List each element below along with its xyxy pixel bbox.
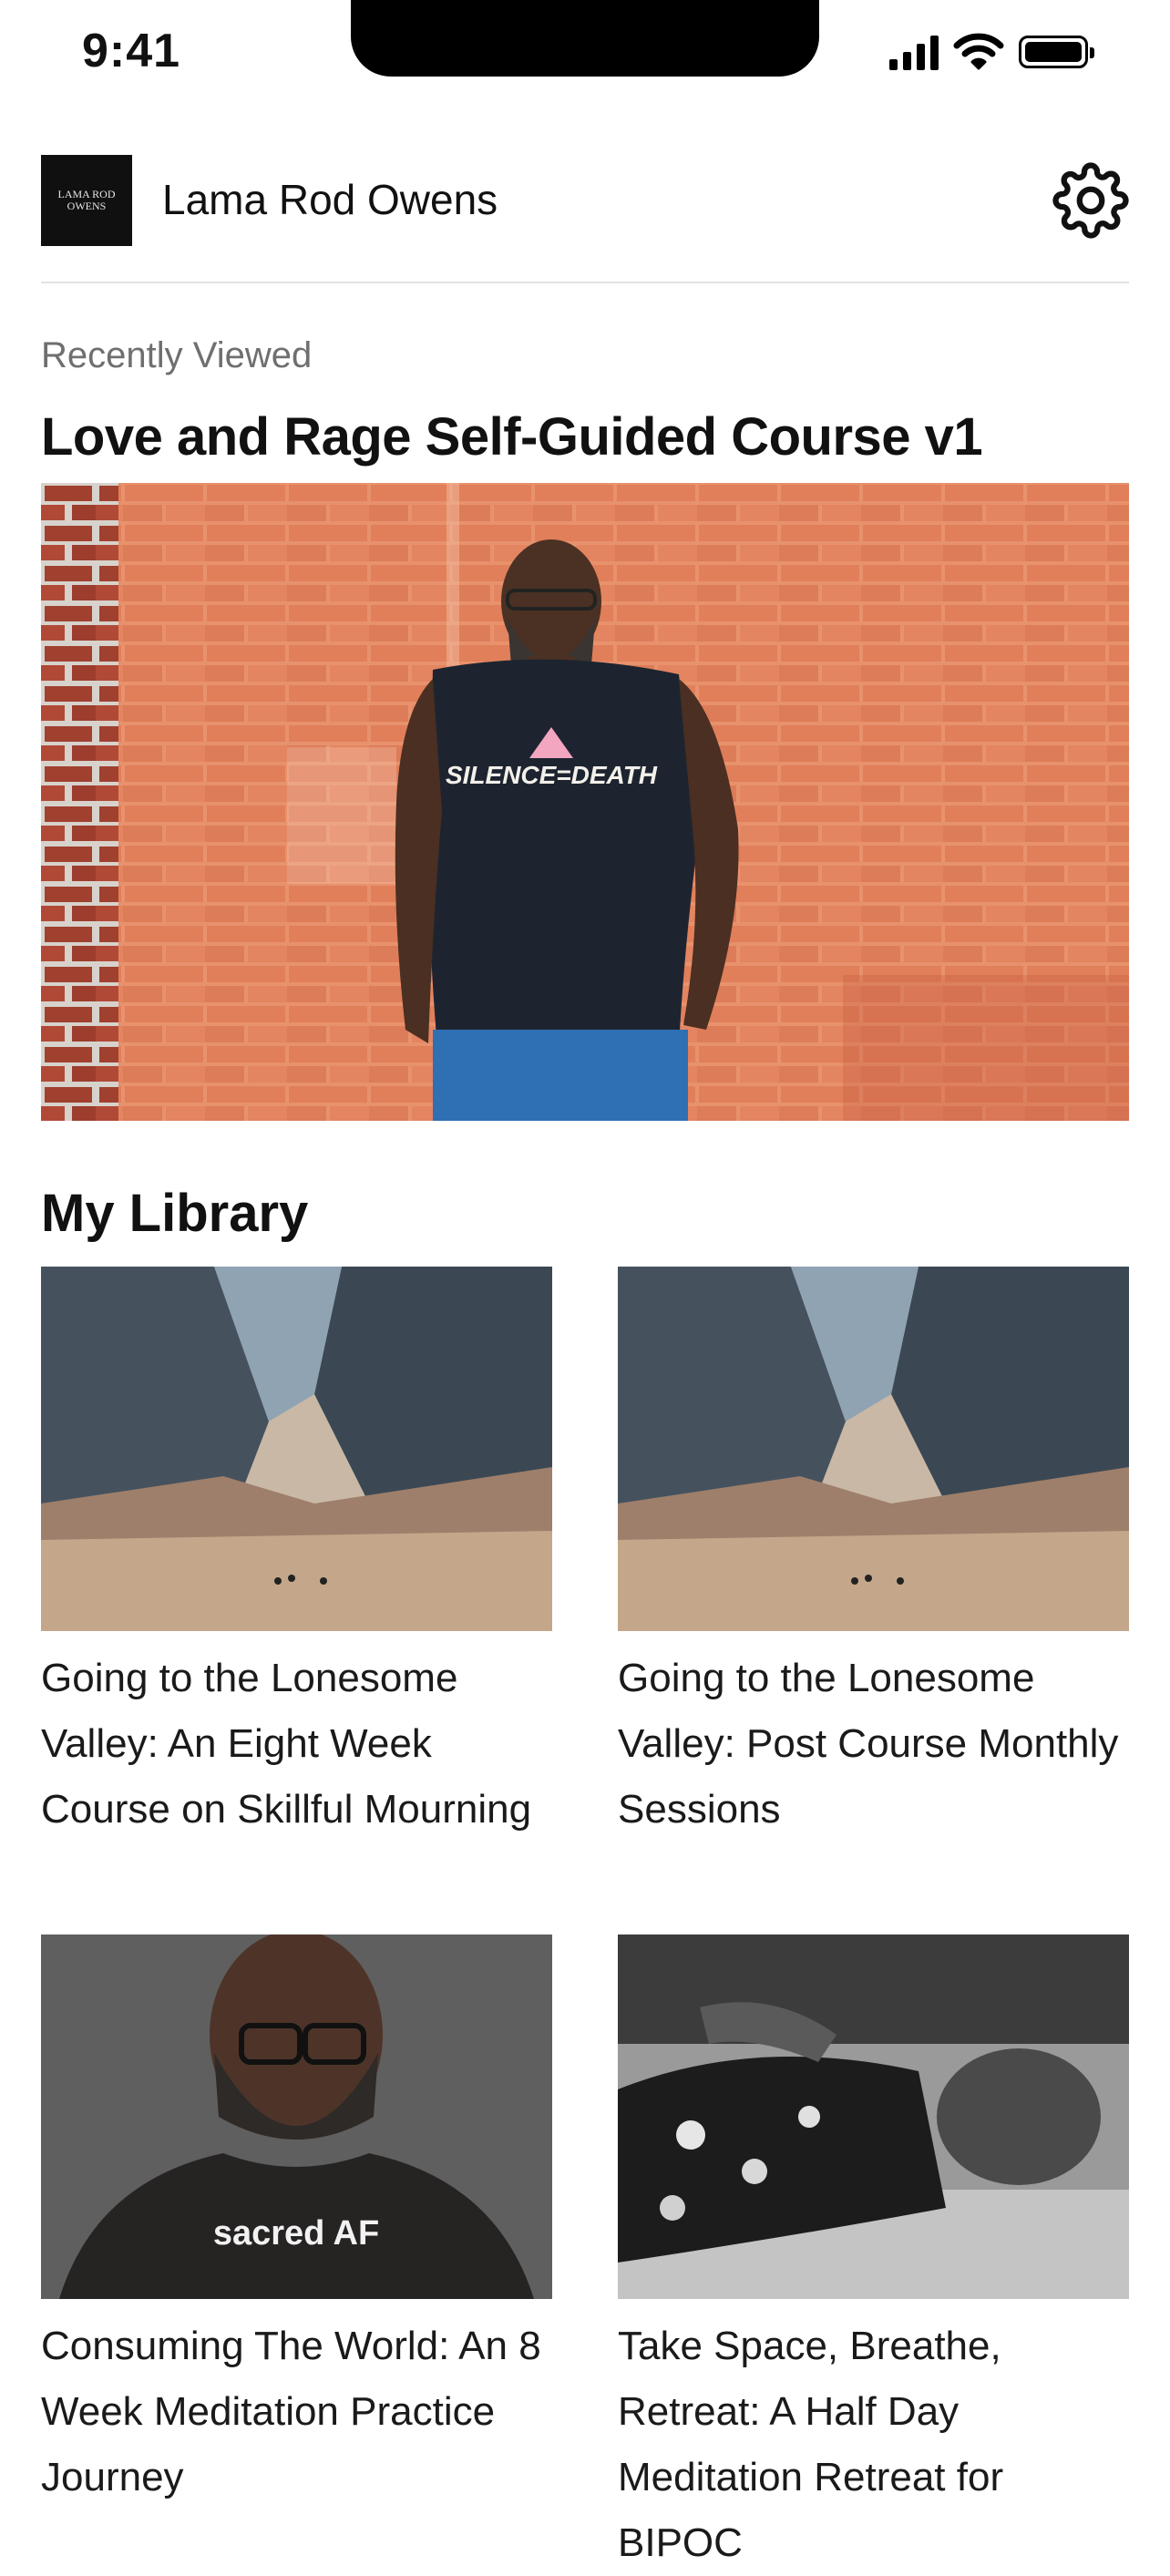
library-card-title: Going to the Lonesome Valley: Post Cours… (618, 1656, 1119, 1832)
man-by-brick-wall-photo: SILENCE=DEATH (41, 483, 1129, 1121)
man-in-hoodie-portrait-thumbnail: sacred AF (41, 1935, 552, 2299)
recent-course-image[interactable]: SILENCE=DEATH (41, 483, 1129, 1121)
valley-landscape-thumbnail (41, 1267, 552, 1631)
settings-button[interactable] (1052, 162, 1129, 239)
app-header: LAMA ROD OWENS Lama Rod Owens (41, 155, 1129, 246)
library-card[interactable]: Going to the Lonesome Valley: Post Cours… (618, 1267, 1129, 1842)
status-icons (889, 33, 1094, 71)
library-title: My Library (41, 1184, 309, 1243)
gear-icon (1052, 162, 1129, 239)
wifi-icon (953, 33, 1004, 70)
library-card[interactable]: Take Space, Breathe, Retreat: A Half Day… (618, 1935, 1129, 2576)
man-lying-on-grass-thumbnail (618, 1935, 1129, 2299)
shirt-text: SILENCE=DEATH (446, 761, 658, 789)
library-card-title: Consuming The World: An 8 Week Meditatio… (41, 2324, 541, 2499)
status-time: 9:41 (82, 25, 181, 77)
recently-viewed-label: Recently Viewed (41, 335, 313, 375)
cellular-signal-icon (889, 34, 939, 70)
library-card[interactable]: sacred AF Consuming The World: An 8 Week… (41, 1935, 552, 2510)
battery-icon (1019, 36, 1094, 68)
library-card-title: Going to the Lonesome Valley: An Eight W… (41, 1656, 532, 1832)
device-notch (351, 0, 819, 77)
library-card-title: Take Space, Breathe, Retreat: A Half Day… (618, 2324, 1004, 2565)
recent-course-title[interactable]: Love and Rage Self-Guided Course v1 (41, 406, 983, 467)
valley-landscape-thumbnail (618, 1267, 1129, 1631)
status-bar: 9:41 (0, 0, 1170, 91)
app-title: Lama Rod Owens (162, 176, 498, 223)
header-divider (41, 282, 1129, 283)
hoodie-text: sacred AF (213, 2214, 379, 2253)
library-card[interactable]: Going to the Lonesome Valley: An Eight W… (41, 1267, 552, 1842)
brand-logo[interactable]: LAMA ROD OWENS (41, 155, 132, 246)
